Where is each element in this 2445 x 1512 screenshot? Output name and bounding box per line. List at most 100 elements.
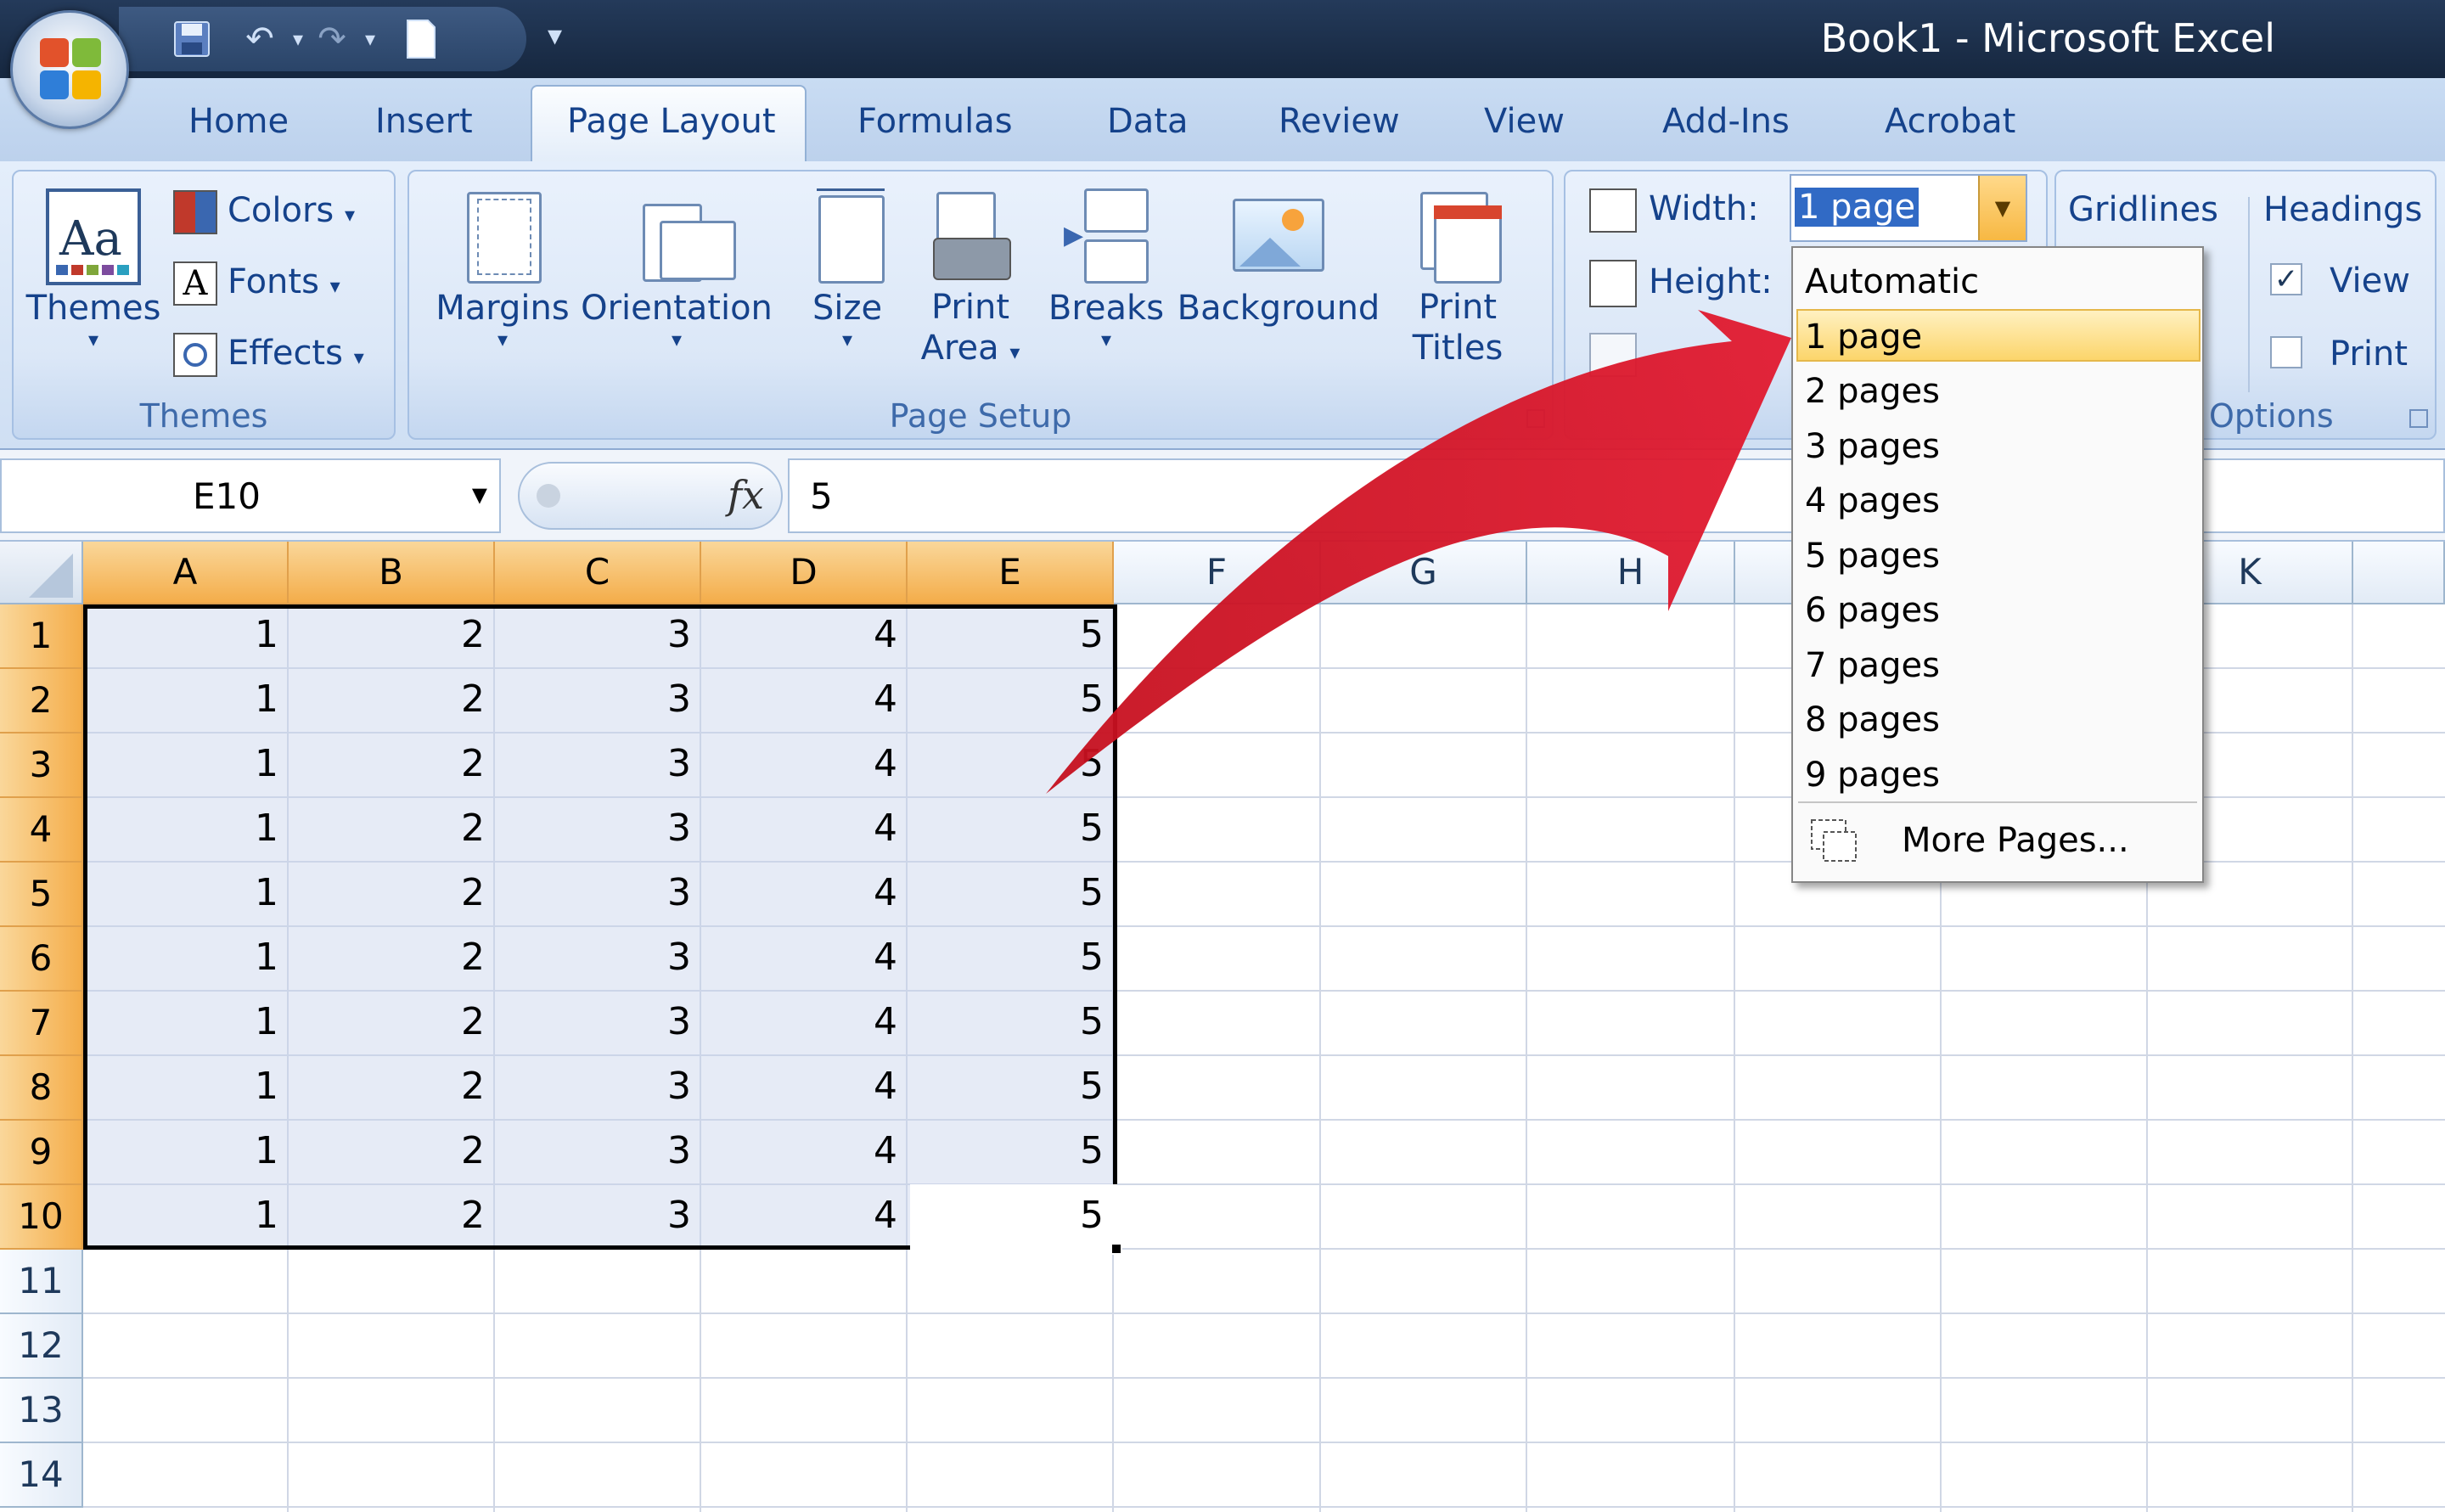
row-header-7[interactable]: 7 (0, 992, 83, 1056)
cell-a9[interactable]: 1 (83, 1129, 289, 1172)
background-button[interactable]: Background (1172, 187, 1386, 329)
cell-d7[interactable]: 4 (701, 1000, 908, 1043)
cell-e9[interactable]: 5 (908, 1129, 1114, 1172)
print-area-button[interactable]: Print Area ▾ (907, 187, 1034, 373)
cell-b7[interactable]: 2 (289, 1000, 495, 1043)
cell-c6[interactable]: 3 (495, 936, 701, 979)
row-header-1[interactable]: 1 (0, 604, 83, 669)
cell-c5[interactable]: 3 (495, 871, 701, 914)
headings-print-checkbox[interactable] (2270, 336, 2302, 368)
cell-b10[interactable]: 2 (289, 1194, 495, 1237)
colors-button[interactable]: Colors ▾ (173, 190, 355, 234)
cell-b3[interactable]: 2 (289, 742, 495, 785)
insert-function-icon[interactable]: fx (728, 472, 764, 518)
row-header-2[interactable]: 2 (0, 669, 83, 734)
dropdown-item-3-pages[interactable]: 3 pages (1805, 423, 1940, 470)
tab-insert[interactable]: Insert (375, 102, 473, 141)
tab-acrobat[interactable]: Acrobat (1885, 102, 2015, 141)
cell-d2[interactable]: 4 (701, 677, 908, 721)
row-header-3[interactable]: 3 (0, 734, 83, 798)
size-button[interactable]: Size ▾ (788, 187, 907, 350)
cell-a7[interactable]: 1 (83, 1000, 289, 1043)
cell-c10[interactable]: 3 (495, 1194, 701, 1237)
cell-a10[interactable]: 1 (83, 1194, 289, 1237)
cell-e2[interactable]: 5 (908, 677, 1114, 721)
save-icon[interactable] (170, 19, 214, 59)
cell-d9[interactable]: 4 (701, 1129, 908, 1172)
breaks-button[interactable]: ▶ Breaks ▾ (1044, 187, 1168, 350)
cell-c2[interactable]: 3 (495, 677, 701, 721)
cell-b4[interactable]: 2 (289, 807, 495, 850)
cell-e4[interactable]: 5 (908, 807, 1114, 850)
row-header-6[interactable]: 6 (0, 927, 83, 992)
dropdown-item-9-pages[interactable]: 9 pages (1805, 751, 1940, 799)
row-header-14[interactable]: 14 (0, 1443, 83, 1508)
row-header-9[interactable]: 9 (0, 1121, 83, 1185)
dropdown-item-8-pages[interactable]: 8 pages (1805, 696, 1940, 744)
cell-a6[interactable]: 1 (83, 936, 289, 979)
row-header-11[interactable]: 11 (0, 1250, 83, 1314)
cell-b1[interactable]: 2 (289, 613, 495, 656)
tab-add-ins[interactable]: Add-Ins (1662, 102, 1790, 141)
cell-a5[interactable]: 1 (83, 871, 289, 914)
cell-c7[interactable]: 3 (495, 1000, 701, 1043)
row-header-10[interactable]: 10 (0, 1185, 83, 1250)
cell-e6[interactable]: 5 (908, 936, 1114, 979)
cell-d6[interactable]: 4 (701, 936, 908, 979)
cell-e3[interactable]: 5 (908, 742, 1114, 785)
cell-a1[interactable]: 1 (83, 613, 289, 656)
width-combobox[interactable]: 1 page ▼ (1790, 174, 2027, 242)
cell-d10[interactable]: 4 (701, 1194, 908, 1237)
tab-formulas[interactable]: Formulas (857, 102, 1013, 141)
customize-qat-icon[interactable]: ▾ (548, 19, 562, 53)
cell-a2[interactable]: 1 (83, 677, 289, 721)
row-header-5[interactable]: 5 (0, 863, 83, 927)
cell-d3[interactable]: 4 (701, 742, 908, 785)
cell-e7[interactable]: 5 (908, 1000, 1114, 1043)
row-header-12[interactable]: 12 (0, 1314, 83, 1379)
cell-c3[interactable]: 3 (495, 742, 701, 785)
dropdown-item-7-pages[interactable]: 7 pages (1805, 642, 1940, 689)
dropdown-item-automatic[interactable]: Automatic (1805, 258, 1979, 306)
cell-b9[interactable]: 2 (289, 1129, 495, 1172)
dropdown-item-4-pages[interactable]: 4 pages (1805, 477, 1940, 525)
column-header-g[interactable]: G (1321, 542, 1527, 604)
column-header-d[interactable]: D (701, 542, 908, 604)
cell-b8[interactable]: 2 (289, 1065, 495, 1108)
tab-home[interactable]: Home (188, 102, 289, 141)
more-pages-item[interactable]: More Pages... (1902, 817, 2129, 864)
print-titles-button[interactable]: Print Titles (1386, 187, 1530, 368)
orientation-button[interactable]: Orientation ▾ (579, 187, 774, 350)
column-header-h[interactable]: H (1527, 542, 1735, 604)
fonts-button[interactable]: A Fonts ▾ (173, 261, 340, 306)
cell-c4[interactable]: 3 (495, 807, 701, 850)
margins-button[interactable]: Margins ▾ (418, 187, 587, 350)
cell-e8[interactable]: 5 (908, 1065, 1114, 1108)
cell-b6[interactable]: 2 (289, 936, 495, 979)
tab-review[interactable]: Review (1279, 102, 1400, 141)
row-header-4[interactable]: 4 (0, 798, 83, 863)
cell-d8[interactable]: 4 (701, 1065, 908, 1108)
tab-page-layout[interactable]: Page Layout (567, 102, 776, 141)
name-box[interactable]: E10 ▾ (0, 458, 501, 533)
dropdown-item-6-pages[interactable]: 6 pages (1805, 587, 1940, 634)
office-button[interactable] (10, 10, 129, 129)
fill-handle[interactable] (1110, 1243, 1122, 1255)
cell-a3[interactable]: 1 (83, 742, 289, 785)
redo-dropdown-icon[interactable]: ▾ (348, 19, 392, 59)
cell-c8[interactable]: 3 (495, 1065, 701, 1108)
column-header-b[interactable]: B (289, 542, 495, 604)
dropdown-item-2-pages[interactable]: 2 pages (1805, 368, 1940, 415)
expand-handle-icon[interactable] (537, 484, 560, 508)
cell-e1[interactable]: 5 (908, 613, 1114, 656)
cell-e10[interactable]: 5 (908, 1194, 1114, 1237)
cell-d1[interactable]: 4 (701, 613, 908, 656)
cell-b2[interactable]: 2 (289, 677, 495, 721)
row-header-8[interactable]: 8 (0, 1056, 83, 1121)
cell-b5[interactable]: 2 (289, 871, 495, 914)
cell-e5[interactable]: 5 (908, 871, 1114, 914)
headings-view-checkbox[interactable]: ✓ (2270, 263, 2302, 295)
page-setup-launcher-icon[interactable] (1526, 409, 1545, 428)
cell-c9[interactable]: 3 (495, 1129, 701, 1172)
sheet-options-launcher-icon[interactable] (2409, 409, 2428, 428)
